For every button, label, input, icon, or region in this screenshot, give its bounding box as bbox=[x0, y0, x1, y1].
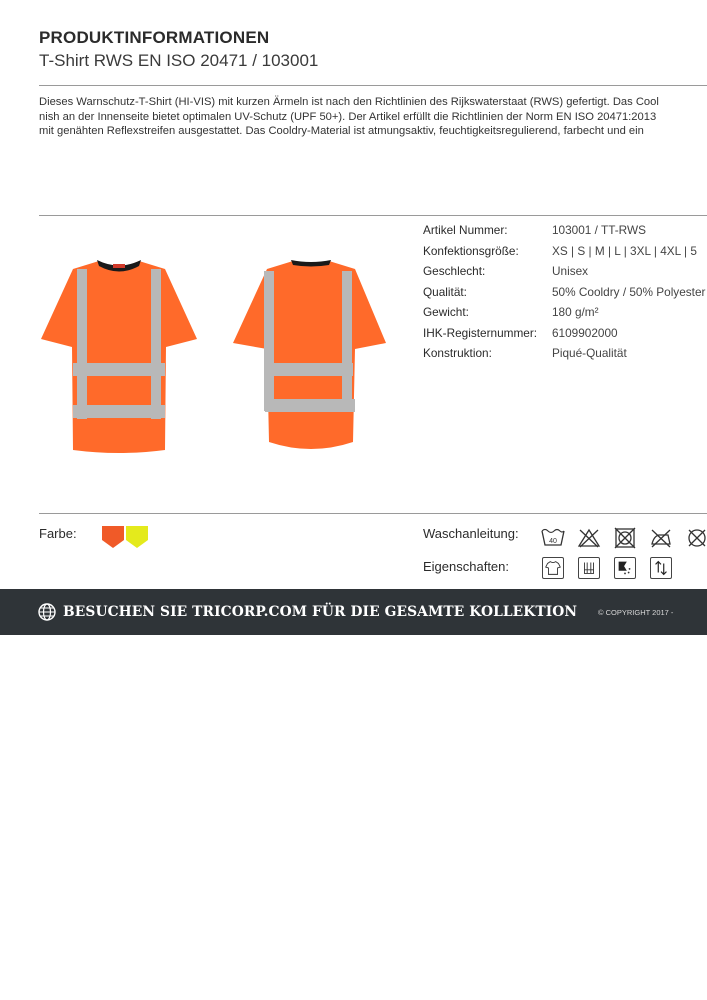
product-description: Dieses Warnschutz-T-Shirt (HI-VIS) mit k… bbox=[39, 95, 707, 139]
color-label: Farbe: bbox=[39, 526, 77, 541]
divider-bottom bbox=[39, 513, 707, 514]
footer-banner[interactable]: BESUCHEN SIE TRICORP.COM FÜR DIE GESAMTE… bbox=[0, 589, 707, 635]
header: PRODUKTINFORMATIONEN T-Shirt RWS EN ISO … bbox=[39, 28, 318, 71]
divider-top bbox=[39, 85, 707, 86]
color-swatch-orange[interactable] bbox=[102, 526, 124, 548]
spec-value: 103001 / TT-RWS bbox=[552, 223, 646, 237]
hi-vis-standard-icon bbox=[578, 557, 600, 579]
no-dry-clean-icon bbox=[688, 529, 706, 547]
no-iron-icon bbox=[651, 529, 671, 548]
tshirt-back-image bbox=[233, 260, 386, 449]
no-tumble-dry-icon bbox=[614, 527, 636, 549]
spec-value: 180 g/m² bbox=[552, 305, 599, 319]
moisture-icon bbox=[650, 557, 672, 579]
description-line: nish an der Innenseite bietet optimalen … bbox=[39, 110, 657, 123]
spec-label: Geschlecht: bbox=[423, 264, 486, 278]
tshirt-icon bbox=[542, 557, 564, 579]
spec-label: Artikel Nummer: bbox=[423, 223, 508, 237]
uv-protection-icon bbox=[614, 557, 636, 579]
spec-label: Konstruktion: bbox=[423, 346, 492, 360]
care-label: Waschanleitung: bbox=[423, 526, 519, 541]
description-line: Dieses Warnschutz-T-Shirt (HI-VIS) mit k… bbox=[39, 96, 659, 108]
wash-temp-label: 40 bbox=[549, 538, 557, 545]
description-line: mit genähten Reflexstreifen ausgestattet… bbox=[39, 125, 644, 137]
spec-label: Gewicht: bbox=[423, 305, 469, 319]
spec-value: Piqué-Qualität bbox=[552, 346, 627, 360]
page-title: PRODUKTINFORMATIONEN bbox=[39, 28, 270, 47]
footer-link-text[interactable]: BESUCHEN SIE TRICORP.COM FÜR DIE GESAMTE… bbox=[63, 604, 577, 620]
spec-value: Unisex bbox=[552, 264, 589, 278]
color-swatch-yellow[interactable] bbox=[126, 526, 148, 548]
spec-value: XS | S | M | L | 3XL | 4XL | 5 bbox=[552, 243, 697, 258]
globe-icon bbox=[38, 603, 56, 621]
page-subtitle: T-Shirt RWS EN ISO 20471 / 103001 bbox=[39, 51, 319, 70]
divider-middle bbox=[39, 215, 707, 216]
spec-label: Qualität: bbox=[423, 284, 467, 299]
spec-value: 50% Cooldry / 50% Polyester bbox=[552, 284, 706, 299]
spec-label: IHK-Registernummer: bbox=[423, 325, 538, 340]
spec-value: 6109902000 bbox=[552, 325, 618, 340]
wash-40-icon: 40 bbox=[541, 528, 565, 546]
no-bleach-icon bbox=[577, 528, 601, 548]
properties-label: Eigenschaften: bbox=[423, 559, 510, 574]
tshirt-front-image bbox=[41, 260, 197, 453]
spec-label: Konfektionsgröße: bbox=[423, 243, 519, 258]
copyright-text: © COPYRIGHT 2017 - bbox=[598, 608, 674, 617]
product-sheet: PRODUKTINFORMATIONEN T-Shirt RWS EN ISO … bbox=[0, 0, 707, 1000]
